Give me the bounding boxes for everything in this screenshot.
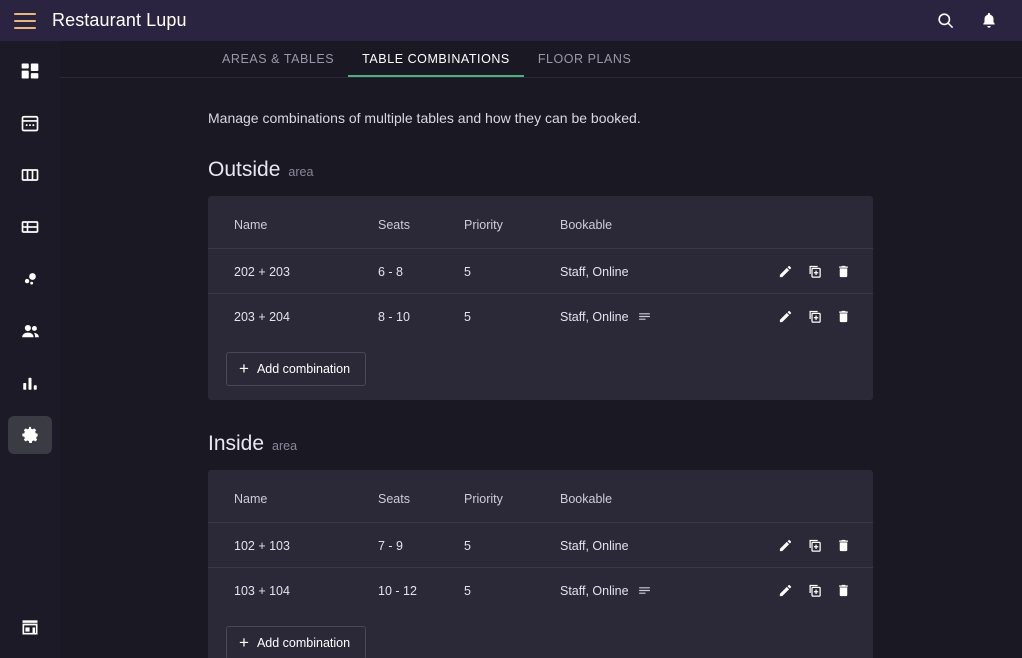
table-row: 202 + 203 6 - 8 5 Staff, Online <box>208 248 873 294</box>
trash-icon[interactable] <box>836 583 851 598</box>
combinations-card: Name Seats Priority Bookable 202 + 203 6… <box>208 196 873 400</box>
trash-icon[interactable] <box>836 309 851 324</box>
tab-areas-and-tables[interactable]: AREAS & TABLES <box>208 52 348 77</box>
notes-icon[interactable] <box>638 310 651 323</box>
bell-icon[interactable] <box>978 10 1000 32</box>
cell-priority: 5 <box>464 248 560 294</box>
column-header-actions <box>757 470 873 523</box>
trash-icon[interactable] <box>836 264 851 279</box>
cell-name: 103 + 104 <box>208 567 378 612</box>
combinations-table: Name Seats Priority Bookable 102 + 103 7… <box>208 470 873 612</box>
cell-name: 202 + 203 <box>208 248 378 294</box>
cell-seats: 6 - 8 <box>378 248 464 294</box>
edit-pencil-icon[interactable] <box>778 583 793 598</box>
duplicate-add-icon[interactable] <box>807 309 822 324</box>
search-icon[interactable] <box>934 10 956 32</box>
area-section-inside: Inside area Name Seats Priority Bookable <box>208 432 1022 658</box>
sidebar-item-settings[interactable] <box>8 416 52 454</box>
column-header-actions <box>757 196 873 249</box>
add-combination-button[interactable]: + Add combination <box>226 352 367 386</box>
cell-bookable: Staff, Online <box>560 293 757 338</box>
add-combination-label: Add combination <box>256 636 351 650</box>
tab-bar: AREAS & TABLES TABLE COMBINATIONS FLOOR … <box>60 41 1022 78</box>
top-bar: Restaurant Lupu <box>0 0 1022 41</box>
duplicate-add-icon[interactable] <box>807 538 822 553</box>
edit-pencil-icon[interactable] <box>778 538 793 553</box>
column-header-seats: Seats <box>378 218 410 232</box>
area-section-outside: Outside area Name Seats Priority Bookabl… <box>208 158 1022 400</box>
cell-actions <box>757 522 873 568</box>
cell-actions <box>757 567 873 612</box>
bookable-value: Staff, Online <box>560 264 629 279</box>
table-row: 203 + 204 8 - 10 5 Staff, Online <box>208 293 873 338</box>
cell-seats: 8 - 10 <box>378 293 464 338</box>
table-row: 102 + 103 7 - 9 5 Staff, Online <box>208 522 873 568</box>
section-title: Inside <box>208 432 265 455</box>
column-header-bookable: Bookable <box>560 218 613 232</box>
column-header-seats: Seats <box>378 492 410 506</box>
sidebar-item-calendar[interactable] <box>8 104 52 142</box>
plus-icon: + <box>239 359 249 378</box>
sidebar-item-dashboard[interactable] <box>8 52 52 90</box>
sidebar-item-columns[interactable] <box>8 156 52 194</box>
section-title-suffix: area <box>288 165 314 179</box>
page-body: Manage combinations of multiple tables a… <box>60 110 1022 658</box>
app-title: Restaurant Lupu <box>52 10 187 30</box>
cell-actions <box>757 248 873 294</box>
section-title-suffix: area <box>272 439 298 453</box>
cell-bookable: Staff, Online <box>560 248 757 294</box>
cell-bookable: Staff, Online <box>560 522 757 568</box>
cell-seats: 7 - 9 <box>378 522 464 568</box>
bookable-value: Staff, Online <box>560 538 629 553</box>
table-row: 103 + 104 10 - 12 5 Staff, Online <box>208 567 873 612</box>
cell-priority: 5 <box>464 567 560 612</box>
tab-table-combinations[interactable]: TABLE COMBINATIONS <box>348 52 524 77</box>
column-header-priority: Priority <box>464 218 503 232</box>
cell-actions <box>757 293 873 338</box>
section-heading: Inside area <box>208 432 1022 456</box>
column-header-bookable: Bookable <box>560 492 613 506</box>
combinations-table: Name Seats Priority Bookable 202 + 203 6… <box>208 196 873 338</box>
sidebar <box>0 41 60 658</box>
bookable-value: Staff, Online <box>560 309 629 324</box>
sidebar-item-list[interactable] <box>8 208 52 246</box>
cell-seats: 10 - 12 <box>378 567 464 612</box>
sidebar-item-bubbles[interactable] <box>8 260 52 298</box>
duplicate-add-icon[interactable] <box>807 583 822 598</box>
combinations-card: Name Seats Priority Bookable 102 + 103 7… <box>208 470 873 658</box>
main-content: AREAS & TABLES TABLE COMBINATIONS FLOOR … <box>60 41 1022 658</box>
column-header-priority: Priority <box>464 492 503 506</box>
table-header-row: Name Seats Priority Bookable <box>208 470 873 523</box>
edit-pencil-icon[interactable] <box>778 309 793 324</box>
trash-icon[interactable] <box>836 538 851 553</box>
add-combination-label: Add combination <box>256 362 351 376</box>
sidebar-item-guests[interactable] <box>8 312 52 350</box>
sidebar-item-reports[interactable] <box>8 364 52 402</box>
add-combination-button[interactable]: + Add combination <box>226 626 367 658</box>
table-header-row: Name Seats Priority Bookable <box>208 196 873 249</box>
notes-icon[interactable] <box>638 584 651 597</box>
plus-icon: + <box>239 633 249 652</box>
duplicate-add-icon[interactable] <box>807 264 822 279</box>
cell-name: 102 + 103 <box>208 522 378 568</box>
tab-floor-plans[interactable]: FLOOR PLANS <box>524 52 646 77</box>
section-heading: Outside area <box>208 158 1022 182</box>
section-title: Outside <box>208 158 281 181</box>
column-header-name: Name <box>234 218 268 232</box>
edit-pencil-icon[interactable] <box>778 264 793 279</box>
column-header-name: Name <box>234 492 268 506</box>
cell-priority: 5 <box>464 522 560 568</box>
cell-bookable: Staff, Online <box>560 567 757 612</box>
bookable-value: Staff, Online <box>560 583 629 598</box>
cell-priority: 5 <box>464 293 560 338</box>
hamburger-menu-icon[interactable] <box>14 12 36 29</box>
cell-name: 203 + 204 <box>208 293 378 338</box>
page-description: Manage combinations of multiple tables a… <box>208 110 641 126</box>
sidebar-item-restaurant[interactable] <box>8 608 52 646</box>
